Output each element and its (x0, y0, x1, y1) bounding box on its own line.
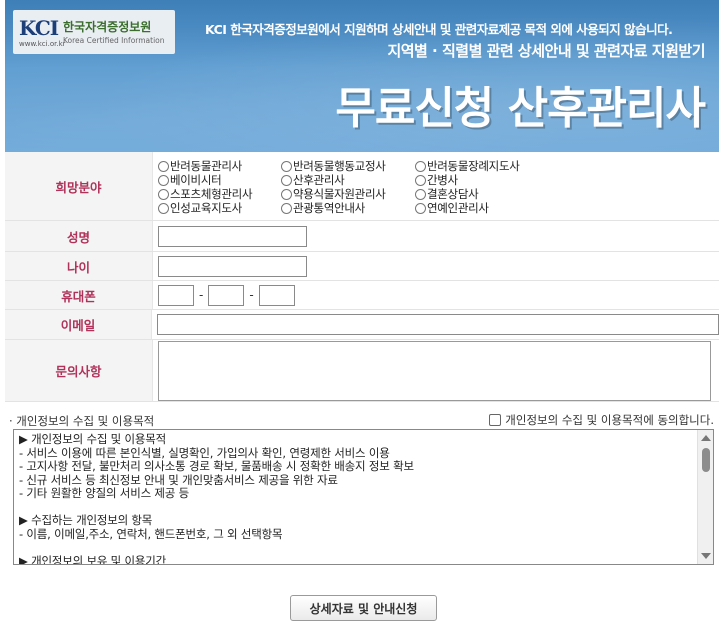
radio-icon[interactable] (158, 188, 169, 200)
radio-icon[interactable] (281, 160, 292, 172)
logo-english-name: Korea Certified Information (63, 36, 165, 45)
usage-notice: KCI 한국자격증정보원에서 지원하며 상세안내 및 관련자료제공 목적 외에 … (205, 22, 673, 37)
radio-icon[interactable] (415, 174, 426, 186)
option-label: 인성교육지도사 (170, 201, 242, 215)
privacy-title: · 개인정보의 수집 및 이용목적 (9, 414, 155, 428)
sub-title: 지역별 · 직렬별 관련 상세안내 및 관련자료 지원받기 (387, 42, 705, 60)
agree-checkbox[interactable] (489, 414, 502, 426)
radio-icon[interactable] (158, 202, 169, 214)
radio-icon[interactable] (281, 188, 292, 200)
privacy-textarea[interactable]: ▶ 개인정보의 수집 및 이용목적 - 서비스 이용에 따른 본인식별, 실명확… (13, 429, 714, 565)
logo: KCI www.kci.or.kr 한국자격증정보원 Korea Certifi… (13, 10, 175, 54)
logo-kci-text: KCI (19, 16, 59, 40)
option-label: 관광통역안내사 (293, 201, 365, 215)
phone-input-3[interactable] (258, 284, 295, 306)
privacy-header: · 개인정보의 수집 및 이용목적 개인정보의 수집 및 이용목적에 동의합니다… (5, 410, 719, 430)
name-row: 성명 (5, 221, 719, 252)
inquiry-cell (153, 340, 719, 401)
radio-icon[interactable] (281, 202, 292, 214)
option-9[interactable]: 인성교육지도사 (158, 201, 281, 215)
privacy-scrollbar[interactable] (697, 430, 713, 564)
scroll-up-icon[interactable] (701, 435, 711, 441)
radio-icon[interactable] (158, 174, 169, 186)
logo-url-text: www.kci.or.kr (19, 40, 66, 48)
field-options-cell: 반려동물관리사 반려동물행동교정사 반려동물장례지도사 베이비시터 산후관리사 … (153, 152, 719, 220)
option-5[interactable]: 간병사 (415, 173, 545, 187)
privacy-text: ▶ 개인정보의 수집 및 이용목적 - 서비스 이용에 따른 본인식별, 실명확… (19, 432, 414, 565)
email-cell (152, 310, 719, 339)
inquiry-row: 문의사항 (5, 340, 719, 402)
scroll-down-icon[interactable] (701, 553, 711, 559)
phone-separator: - (199, 288, 204, 302)
header-banner: KCI www.kci.or.kr 한국자격증정보원 Korea Certifi… (5, 0, 719, 152)
submit-button[interactable]: 상세자료 및 안내신청 (290, 595, 437, 621)
field-row: 희망분야 반려동물관리사 반려동물행동교정사 반려동물장례지도사 베이비시터 산… (5, 152, 719, 221)
age-input[interactable] (158, 255, 307, 277)
phone-input-1[interactable] (158, 284, 194, 306)
option-0[interactable]: 반려동물관리사 (158, 159, 281, 173)
radio-icon[interactable] (415, 160, 426, 172)
phone-separator: - (249, 288, 254, 302)
radio-icon[interactable] (415, 188, 426, 200)
option-11[interactable]: 연예인관리사 (415, 201, 545, 215)
phone-input-2[interactable] (208, 284, 245, 306)
inquiry-label: 문의사항 (5, 340, 153, 401)
radio-icon[interactable] (415, 202, 426, 214)
name-cell (153, 221, 719, 251)
name-input[interactable] (158, 225, 307, 247)
option-1[interactable]: 반려동물행동교정사 (281, 159, 415, 173)
phone-label: 휴대폰 (5, 281, 153, 309)
age-cell (153, 252, 719, 280)
age-row: 나이 (5, 252, 719, 281)
radio-icon[interactable] (158, 160, 169, 172)
email-input[interactable] (157, 314, 719, 335)
age-label: 나이 (5, 252, 153, 280)
field-label: 희망분야 (5, 152, 153, 220)
option-2[interactable]: 반려동물장례지도사 (415, 159, 545, 173)
option-10[interactable]: 관광통역안내사 (281, 201, 415, 215)
page-title: 무료신청 산후관리사 (335, 83, 706, 134)
name-label: 성명 (5, 221, 153, 251)
application-form: 희망분야 반려동물관리사 반려동물행동교정사 반려동물장례지도사 베이비시터 산… (5, 152, 719, 402)
email-label: 이메일 (5, 310, 152, 339)
scroll-thumb[interactable] (702, 448, 710, 472)
option-7[interactable]: 약용식물자원관리사 (281, 187, 415, 201)
agree-label: 개인정보의 수집 및 이용목적에 동의합니다. (505, 413, 714, 427)
option-6[interactable]: 스포츠체형관리사 (158, 187, 281, 201)
privacy-agree[interactable]: 개인정보의 수집 및 이용목적에 동의합니다. (489, 412, 714, 428)
option-8[interactable]: 결혼상담사 (415, 187, 545, 201)
inquiry-textarea[interactable] (158, 340, 711, 401)
phone-row: 휴대폰 - - (5, 281, 719, 310)
option-3[interactable]: 베이비시터 (158, 173, 281, 187)
phone-cell: - - (153, 281, 719, 309)
option-label: 연예인관리사 (427, 201, 489, 215)
field-options: 반려동물관리사 반려동물행동교정사 반려동물장례지도사 베이비시터 산후관리사 … (158, 157, 545, 215)
email-row: 이메일 (5, 310, 719, 340)
option-4[interactable]: 산후관리사 (281, 173, 415, 187)
logo-korean-name: 한국자격증정보원 (63, 20, 152, 34)
radio-icon[interactable] (281, 174, 292, 186)
